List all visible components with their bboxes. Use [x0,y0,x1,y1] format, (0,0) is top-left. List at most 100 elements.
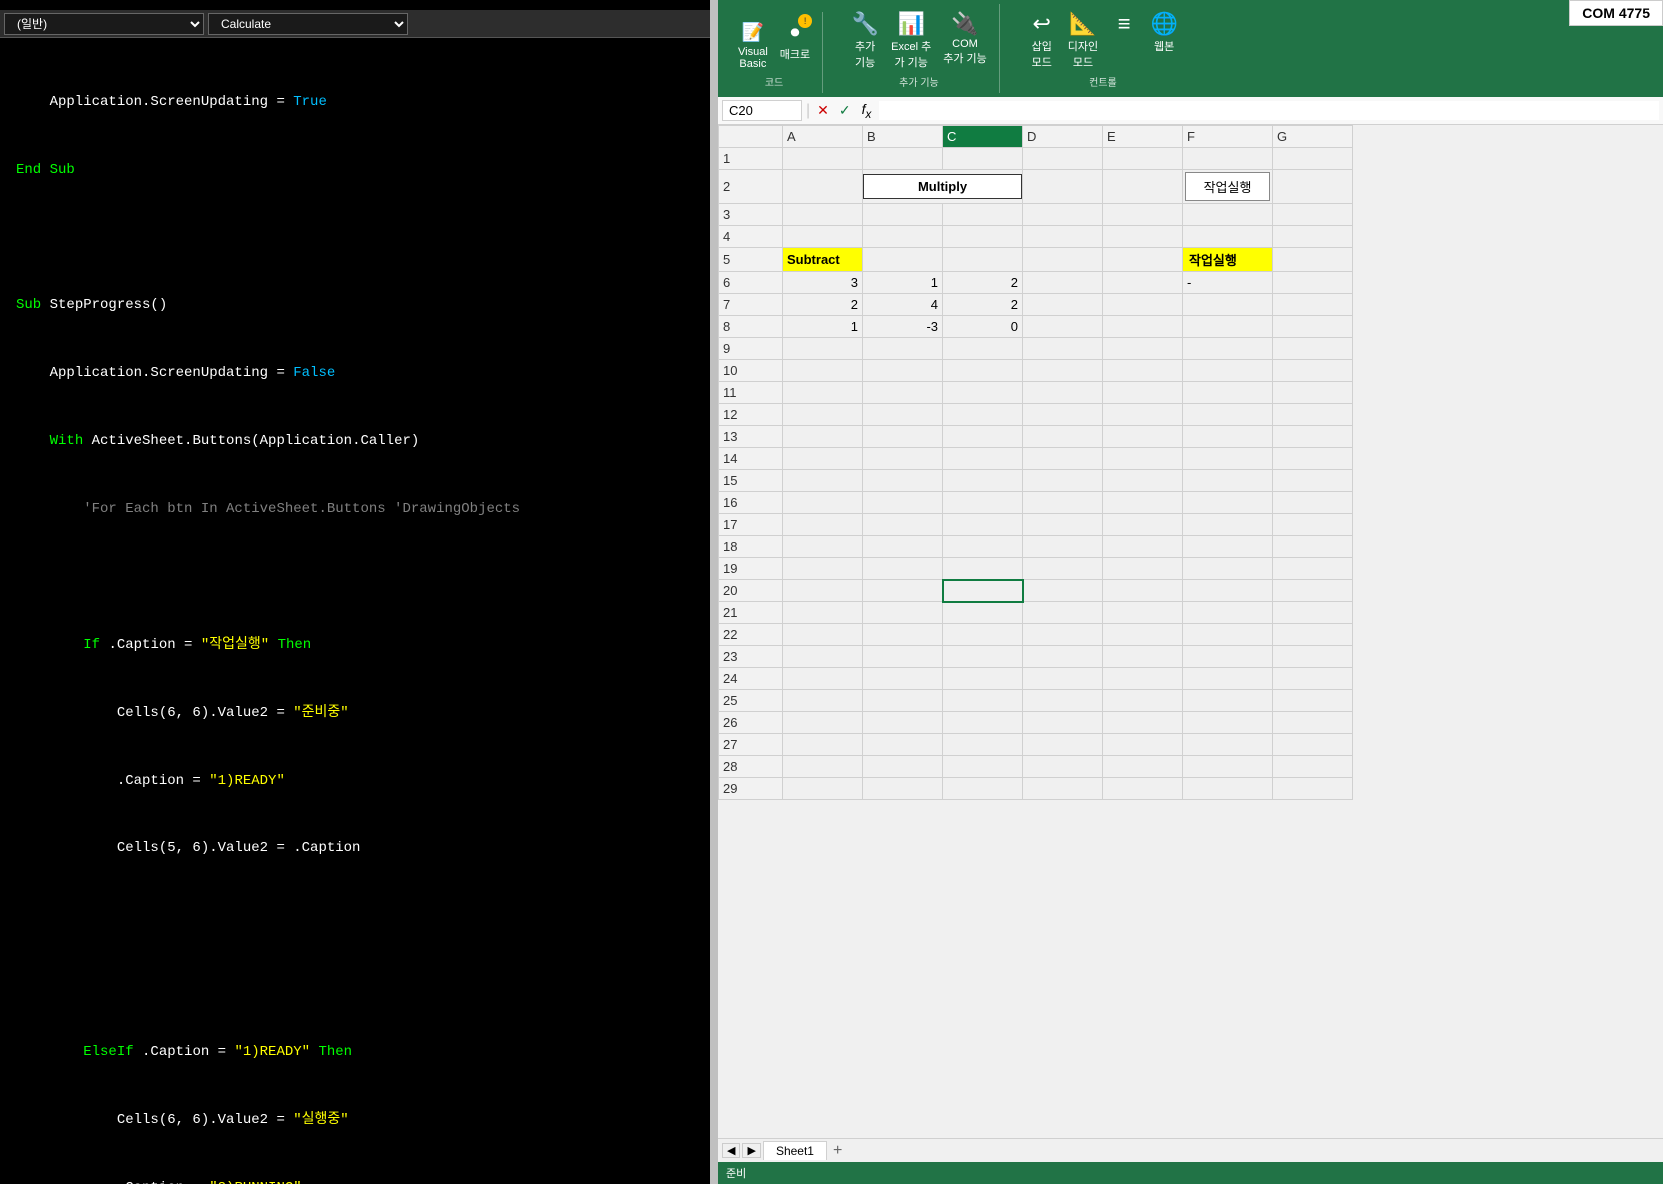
cell-E8[interactable] [1103,316,1183,338]
cell-F2[interactable]: 작업실행 [1183,170,1273,204]
cell-F7[interactable] [1183,294,1273,316]
cell-B20[interactable] [863,580,943,602]
excel-addins-button[interactable]: 📊 Excel 추 가 기능 [887,8,935,72]
cell-F20[interactable] [1183,580,1273,602]
cell-D2[interactable] [1023,170,1103,204]
col-header-G[interactable]: G [1273,126,1353,148]
table-row: 12 [719,404,1353,426]
cell-E6[interactable] [1103,272,1183,294]
cell-E3[interactable] [1103,204,1183,226]
cell-C7[interactable]: 2 [943,294,1023,316]
cell-D8[interactable] [1023,316,1103,338]
insert-mode-button[interactable]: ↩ 삽입 모드 [1024,8,1060,72]
cell-E1[interactable] [1103,148,1183,170]
cell-A2[interactable] [783,170,863,204]
visual-basic-button[interactable]: 📝 Visual Basic [734,16,772,72]
macro-button[interactable]: ⏺ ! 매크로 [776,16,814,72]
col-header-A[interactable]: A [783,126,863,148]
web-button[interactable]: 🌐 웹본 [1146,8,1182,72]
addins-button[interactable]: 🔧 추가 기능 [847,8,883,72]
cell-G3[interactable] [1273,204,1353,226]
cell-E5[interactable] [1103,248,1183,272]
cell-F4[interactable] [1183,226,1273,248]
col-header-B[interactable]: B [863,126,943,148]
sheet-tab-sheet1[interactable]: Sheet1 [763,1141,827,1160]
cell-G1[interactable] [1273,148,1353,170]
cell-A3[interactable] [783,204,863,226]
cell-C5[interactable] [943,248,1023,272]
cell-G6[interactable] [1273,272,1353,294]
scroll-sheets-right[interactable]: ▶ [742,1143,760,1158]
table-row: 29 [719,778,1353,800]
confirm-formula-button[interactable]: ✓ [836,102,854,119]
cell-A8[interactable]: 1 [783,316,863,338]
cell-D6[interactable] [1023,272,1103,294]
cell-D7[interactable] [1023,294,1103,316]
cell-B3[interactable] [863,204,943,226]
cell-C3[interactable] [943,204,1023,226]
vba-procedure-selector[interactable]: Calculate [208,13,408,35]
cell-B5[interactable] [863,248,943,272]
cell-A6[interactable]: 3 [783,272,863,294]
cell-F1[interactable] [1183,148,1273,170]
cell-D3[interactable] [1023,204,1103,226]
cell-F3[interactable] [1183,204,1273,226]
cell-G4[interactable] [1273,226,1353,248]
cell-E20[interactable] [1103,580,1183,602]
cell-B2[interactable]: Multiply [863,170,1023,204]
cell-E4[interactable] [1103,226,1183,248]
divider[interactable] [710,0,718,1184]
cell-G2[interactable] [1273,170,1353,204]
cell-D20[interactable] [1023,580,1103,602]
cell-C8[interactable]: 0 [943,316,1023,338]
properties-button[interactable]: ≡ [1106,8,1142,72]
row-header-1: 1 [719,148,783,170]
col-header-D[interactable]: D [1023,126,1103,148]
cancel-formula-button[interactable]: ✕ [814,102,832,119]
row-header-16: 16 [719,492,783,514]
cell-C20[interactable] [943,580,1023,602]
row-header-19: 19 [719,558,783,580]
cell-A20[interactable] [783,580,863,602]
vba-context-selector[interactable]: (일반) [4,13,204,35]
ribbon-group-addins: 🔧 추가 기능 📊 Excel 추 가 기능 🔌 COM 추가 기능 추가 기능 [839,4,1000,93]
cell-A5[interactable]: Subtract [783,248,863,272]
col-header-C[interactable]: C [943,126,1023,148]
cell-A4[interactable] [783,226,863,248]
cell-B4[interactable] [863,226,943,248]
scroll-sheets-left[interactable]: ◀ [722,1143,740,1158]
cell-E2[interactable] [1103,170,1183,204]
com-addins-icon: 🔌 [951,10,979,38]
multiply-button[interactable]: Multiply [863,174,1022,199]
cell-B7[interactable]: 4 [863,294,943,316]
cell-B6[interactable]: 1 [863,272,943,294]
spreadsheet[interactable]: A B C D E F G 1 [718,125,1663,1138]
cell-D5[interactable] [1023,248,1103,272]
formula-input[interactable] [879,101,1659,120]
cell-A1[interactable] [783,148,863,170]
cell-C1[interactable] [943,148,1023,170]
corner-header [719,126,783,148]
cell-B8[interactable]: -3 [863,316,943,338]
cell-B1[interactable] [863,148,943,170]
com-addins-button[interactable]: 🔌 COM 추가 기능 [939,8,991,72]
task-execute-button-top[interactable]: 작업실행 [1185,172,1270,201]
cell-F5[interactable]: 작업실행 [1183,248,1273,272]
cell-ref-box[interactable] [722,100,802,121]
cell-F8[interactable] [1183,316,1273,338]
cell-D1[interactable] [1023,148,1103,170]
cell-C6[interactable]: 2 [943,272,1023,294]
cell-G8[interactable] [1273,316,1353,338]
cell-G7[interactable] [1273,294,1353,316]
add-sheet-button[interactable]: + [829,1142,846,1160]
col-header-F[interactable]: F [1183,126,1273,148]
cell-E7[interactable] [1103,294,1183,316]
cell-D4[interactable] [1023,226,1103,248]
cell-C4[interactable] [943,226,1023,248]
design-mode-button[interactable]: 📐 디자인 모드 [1064,8,1102,72]
cell-G20[interactable] [1273,580,1353,602]
cell-G5[interactable] [1273,248,1353,272]
cell-A7[interactable]: 2 [783,294,863,316]
cell-F6[interactable]: - [1183,272,1273,294]
col-header-E[interactable]: E [1103,126,1183,148]
